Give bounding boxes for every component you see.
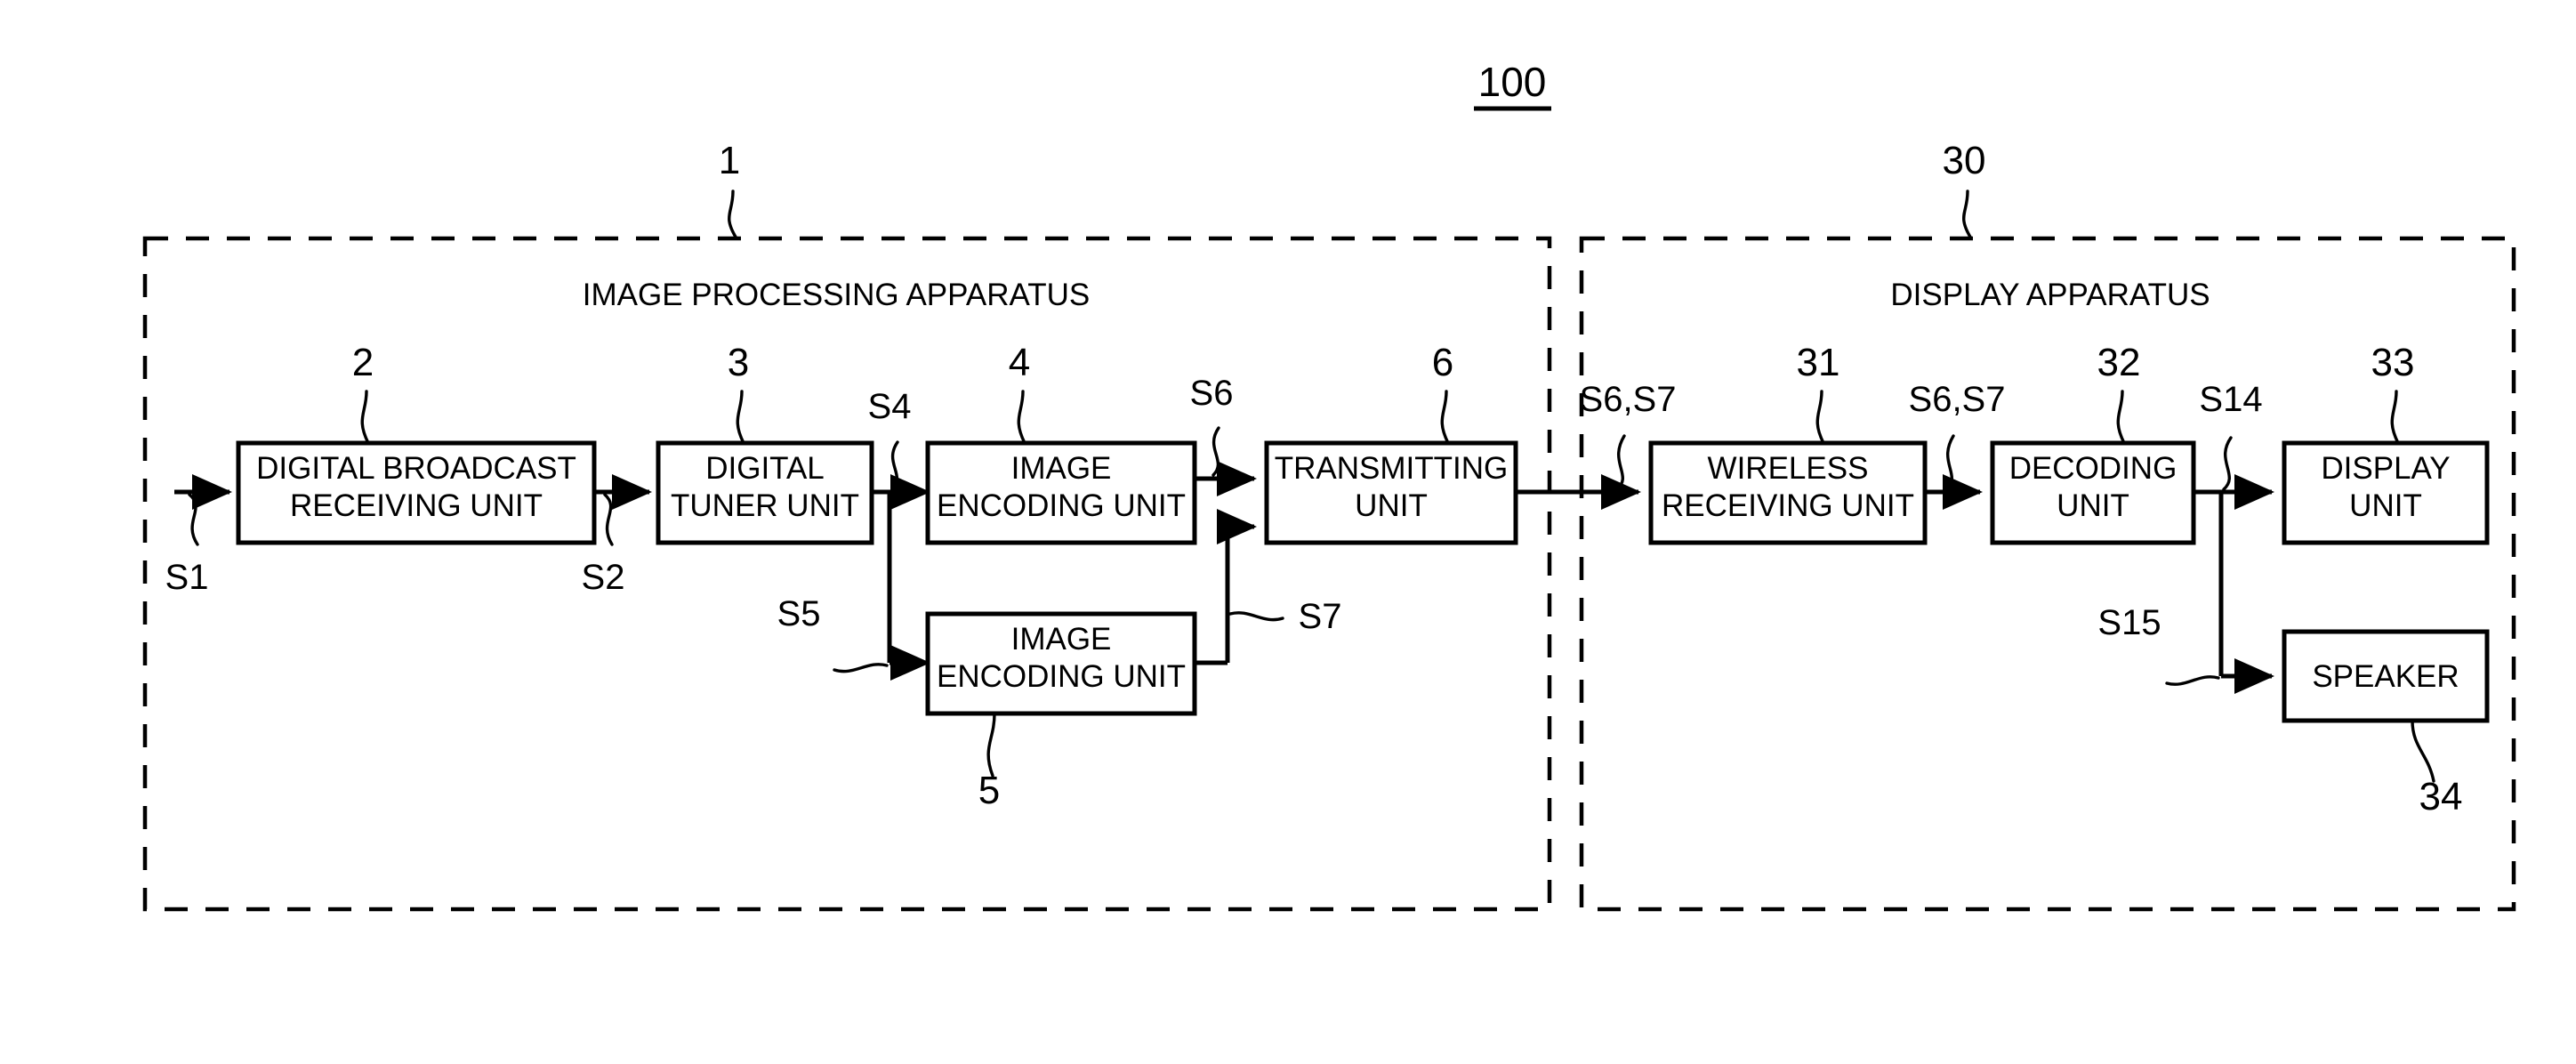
ref-num-1: 1 <box>719 139 740 182</box>
block-label-image-encoding-unit-upper-line1: IMAGE <box>1011 451 1112 486</box>
block-label-image-encoding-unit-upper-line2: ENCODING UNIT <box>937 488 1186 523</box>
leader-s14 <box>2222 436 2233 491</box>
block-label-decoding-unit-line2: UNIT <box>2057 488 2129 523</box>
signal-label-s14: S14 <box>2199 380 2262 419</box>
boundary-display-apparatus <box>1579 236 2516 912</box>
ref-num-31: 31 <box>1797 341 1840 384</box>
block-label-wireless-receiving-unit-line2: RECEIVING UNIT <box>1662 488 1914 523</box>
leader-ref-34 <box>2411 719 2435 783</box>
leader-ref-2 <box>360 390 370 445</box>
leader-s1 <box>188 493 199 546</box>
ref-num-33: 33 <box>2371 341 2415 384</box>
ref-num-2: 2 <box>352 341 374 384</box>
ref-num-30: 30 <box>1943 139 1986 182</box>
signal-label-s15: S15 <box>2097 603 2161 642</box>
leader-s7 <box>1228 611 1284 622</box>
leader-s6 <box>1212 426 1220 477</box>
block-label-display-unit-line2: UNIT <box>2349 488 2422 523</box>
leader-ref-4 <box>1017 390 1026 445</box>
leader-s5 <box>833 663 889 673</box>
leader-s2 <box>603 493 614 546</box>
ref-num-4: 4 <box>1009 341 1030 384</box>
group-label-display-apparatus: DISPLAY APPARATUS <box>1890 278 2210 312</box>
block-label-display-unit-line1: DISPLAY <box>2321 451 2450 486</box>
block-label-decoding-unit-line1: DECODING <box>2009 451 2178 486</box>
signal-label-s4: S4 <box>868 387 912 426</box>
leader-s6s7-left <box>1615 434 1626 491</box>
leader-s6s7-right <box>1944 434 1955 491</box>
block-label-speaker: SPEAKER <box>2312 659 2459 694</box>
leader-ref-30 <box>1962 189 1973 240</box>
block-label-digital-broadcast-receiving-unit-line2: RECEIVING UNIT <box>290 488 543 523</box>
signal-label-s7: S7 <box>1299 597 1342 636</box>
leader-ref-32 <box>2116 390 2126 445</box>
ref-num-3: 3 <box>728 341 749 384</box>
leader-ref-33 <box>2390 390 2400 445</box>
signal-label-s6s7-right: S6,S7 <box>1909 380 2006 419</box>
ref-num-6: 6 <box>1432 341 1453 384</box>
signal-label-s5: S5 <box>777 594 821 633</box>
leader-s15 <box>2165 675 2220 686</box>
ref-num-5: 5 <box>978 769 1000 812</box>
signal-label-s1: S1 <box>165 558 209 597</box>
leader-ref-6 <box>1440 390 1450 445</box>
block-diagram: 100 IMAGE PROCESSING APPARATUS 1 DISPLAY… <box>142 59 2516 912</box>
block-label-digital-tuner-unit-line1: DIGITAL <box>705 451 825 486</box>
leader-ref-31 <box>1815 390 1825 445</box>
figure-number: 100 <box>1478 59 1547 105</box>
block-label-image-encoding-unit-lower-line2: ENCODING UNIT <box>937 659 1186 694</box>
block-label-transmitting-unit-line2: UNIT <box>1355 488 1428 523</box>
leader-ref-3 <box>736 390 745 445</box>
signal-label-s6s7-left: S6,S7 <box>1580 380 1677 419</box>
patent-figure: 100 IMAGE PROCESSING APPARATUS 1 DISPLAY… <box>0 0 2576 1064</box>
ref-num-32: 32 <box>2097 341 2141 384</box>
block-label-digital-broadcast-receiving-unit-line1: DIGITAL BROADCAST <box>256 451 576 486</box>
boundary-image-processing-apparatus <box>142 236 1552 912</box>
leader-ref-5 <box>986 712 996 778</box>
block-label-image-encoding-unit-lower-line1: IMAGE <box>1011 622 1112 657</box>
signal-label-s2: S2 <box>582 558 625 597</box>
ref-num-34: 34 <box>2419 775 2463 818</box>
signal-label-s6: S6 <box>1190 374 1234 413</box>
block-label-transmitting-unit-line1: TRANSMITTING <box>1275 451 1508 486</box>
block-label-wireless-receiving-unit-line1: WIRELESS <box>1708 451 1869 486</box>
group-label-image-processing-apparatus: IMAGE PROCESSING APPARATUS <box>583 278 1091 312</box>
leader-s4 <box>890 440 899 491</box>
block-label-digital-tuner-unit-line2: TUNER UNIT <box>671 488 859 523</box>
leader-ref-1 <box>728 189 738 240</box>
